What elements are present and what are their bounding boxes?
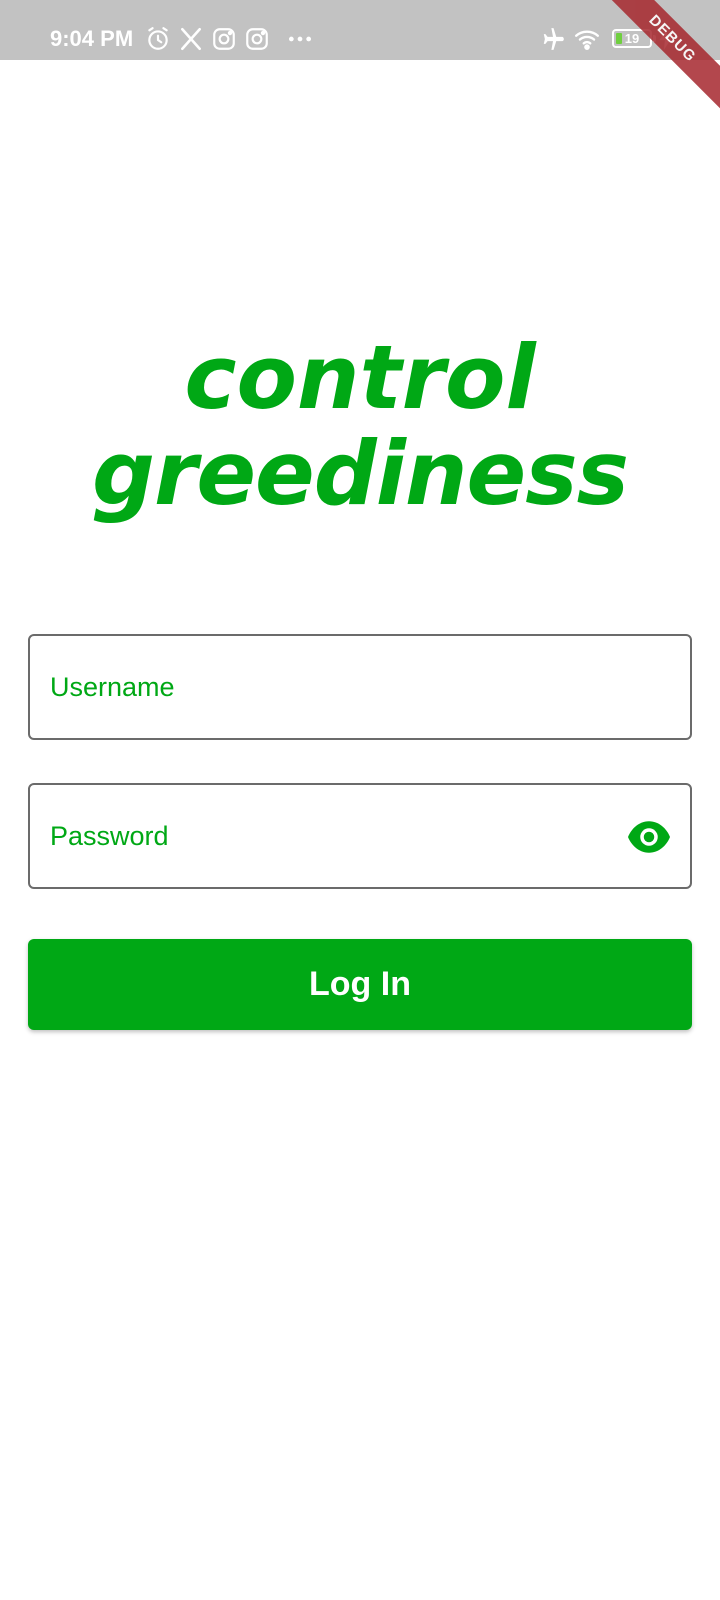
- status-time: 9:04 PM: [50, 26, 134, 51]
- password-field[interactable]: [28, 783, 692, 889]
- alarm-icon: [145, 26, 171, 52]
- login-button[interactable]: Log In: [28, 939, 692, 1030]
- username-field[interactable]: [28, 634, 692, 740]
- airplane-icon: [540, 26, 566, 52]
- debug-banner: DEBUG: [590, 0, 720, 121]
- logo-line-control: control: [184, 326, 536, 429]
- password-input[interactable]: [50, 785, 610, 887]
- wifi-icon: [574, 26, 600, 52]
- logo-line-greediness: greediness: [91, 422, 629, 525]
- app-logo: control greediness: [0, 330, 720, 522]
- eye-icon[interactable]: [628, 818, 670, 856]
- x-icon: [178, 26, 204, 52]
- more-dots-icon: [287, 26, 313, 52]
- username-input[interactable]: [50, 636, 610, 738]
- instagram-icon: [244, 26, 270, 52]
- instagram-icon: [211, 26, 237, 52]
- status-bar: 9:04 PM 19 DEBUG: [0, 0, 720, 121]
